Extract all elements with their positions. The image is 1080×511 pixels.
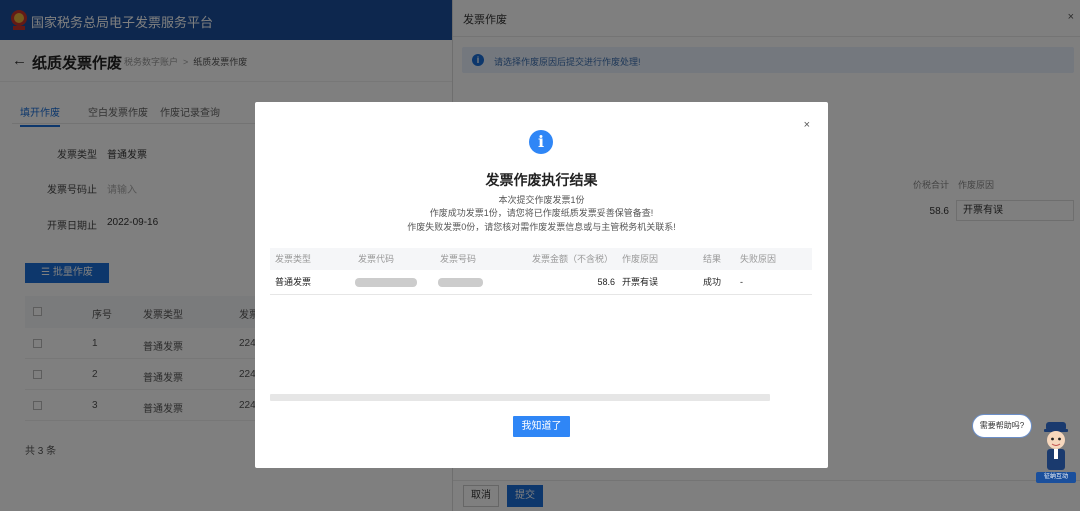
modal-close-icon[interactable]: × [804, 119, 810, 131]
summary-success: 作废成功发票1份，请您将已作废纸质发票妥善保管备查! [429, 208, 654, 218]
column-header: 发票金额（不含税） [532, 254, 614, 264]
help-bubble[interactable]: 需要帮助吗? [972, 414, 1032, 438]
help-assistant[interactable]: 需要帮助吗? 征纳互动 [970, 412, 1076, 484]
column-header: 发票类型 [275, 254, 312, 264]
info-icon: i [529, 130, 553, 154]
result-table-header: 发票类型 发票代码 发票号码 发票金额（不含税） 作废原因 结果 失败原因 [270, 248, 812, 270]
column-header: 作废原因 [622, 254, 659, 264]
horizontal-scrollbar[interactable] [270, 394, 770, 401]
assistant-avatar-icon[interactable] [1040, 420, 1072, 476]
masked-invoice-number [438, 278, 483, 287]
summary-failed: 作废失败发票0份，请您核对需作废发票信息或与主管税务机关联系! [407, 222, 676, 232]
row-fail-reason: - [740, 277, 743, 287]
column-header: 结果 [703, 254, 722, 264]
masked-invoice-code [355, 278, 417, 287]
column-header: 发票号码 [440, 254, 477, 264]
table-row: 普通发票 58.6 开票有误 成功 - [270, 270, 812, 295]
row-result: 成功 [703, 277, 722, 287]
summary-submitted: 本次提交作废发票1份 [498, 195, 585, 205]
row-amount: 58.6 [597, 277, 615, 287]
void-result-modal: × i 发票作废执行结果 本次提交作废发票1份 作废成功发票1份，请您将已作废纸… [255, 102, 828, 468]
helper-label: 征纳互动 [1036, 472, 1076, 483]
row-invoice-type: 普通发票 [275, 277, 312, 287]
confirm-button[interactable]: 我知道了 [513, 416, 570, 437]
column-header: 发票代码 [358, 254, 395, 264]
modal-title: 发票作废执行结果 [485, 172, 598, 188]
column-header: 失败原因 [740, 254, 777, 264]
row-void-reason: 开票有误 [622, 277, 659, 287]
